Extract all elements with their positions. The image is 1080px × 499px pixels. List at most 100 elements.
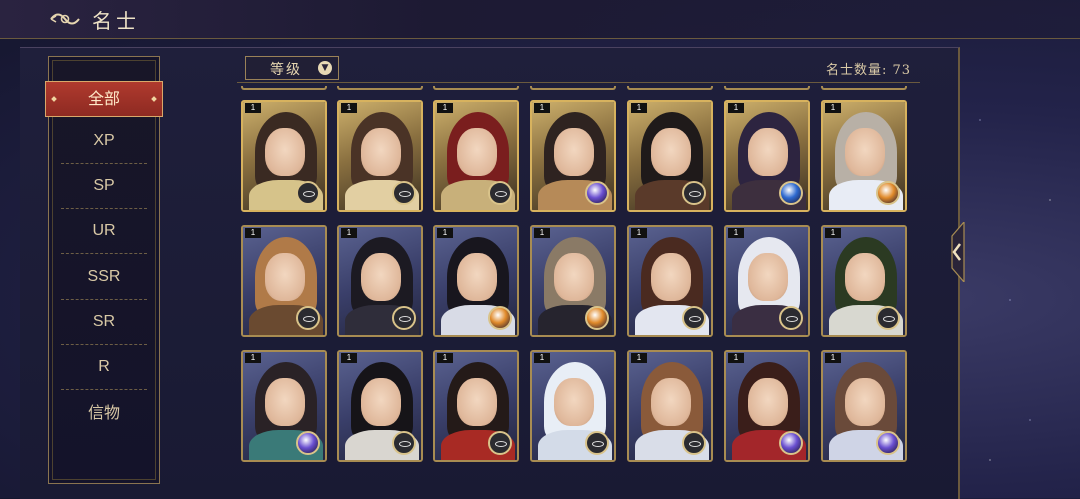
filter-xp-tab[interactable]: XP <box>61 119 147 164</box>
filter-r-tab[interactable]: R <box>61 345 147 390</box>
faction-crest-icon <box>488 431 512 455</box>
element-orb-icon <box>585 306 609 330</box>
level-tag: 1 <box>728 103 744 113</box>
level-tag: 1 <box>534 353 550 363</box>
level-tag: 1 <box>341 103 357 113</box>
filter-ssr-tab[interactable]: SSR <box>61 255 147 300</box>
element-orb-icon <box>779 431 803 455</box>
faction-crest-icon <box>392 431 416 455</box>
faction-crest-icon <box>392 181 416 205</box>
character-card[interactable]: 1 <box>821 350 907 462</box>
element-orb-icon <box>296 431 320 455</box>
character-card[interactable]: 1 <box>724 225 810 337</box>
portrait-face <box>554 378 594 426</box>
character-card[interactable]: 1 <box>821 225 907 337</box>
level-tag: 1 <box>341 353 357 363</box>
sort-dropdown[interactable]: 等级 ▼ <box>245 56 339 80</box>
character-card[interactable]: 1 <box>821 100 907 212</box>
card-edge <box>530 86 616 90</box>
character-card[interactable]: 1 <box>724 350 810 462</box>
card-edge <box>337 86 423 90</box>
card-edge <box>724 86 810 90</box>
element-orb-icon <box>488 306 512 330</box>
back-swirl-icon[interactable] <box>48 8 82 30</box>
faction-crest-icon <box>296 181 320 205</box>
character-grid: 1 1 1 1 1 1 1 1 1 1 1 1 1 1 1 1 1 1 1 1 1 <box>238 86 918 484</box>
level-tag: 1 <box>437 228 453 238</box>
portrait-face <box>845 253 885 301</box>
level-tag: 1 <box>631 228 647 238</box>
character-card[interactable]: 1 <box>530 100 616 212</box>
filter-ur-tab[interactable]: UR <box>61 209 147 254</box>
level-tag: 1 <box>245 353 261 363</box>
character-card[interactable]: 1 <box>241 225 327 337</box>
character-card[interactable]: 1 <box>627 100 713 212</box>
character-card[interactable]: 1 <box>724 100 810 212</box>
character-card[interactable]: 1 <box>433 225 519 337</box>
character-card[interactable]: 1 <box>433 100 519 212</box>
level-tag: 1 <box>245 228 261 238</box>
character-card[interactable]: 1 <box>241 100 327 212</box>
top-header: 名士 <box>0 0 1080 39</box>
portrait-face <box>457 378 497 426</box>
portrait-face <box>748 378 788 426</box>
ornament-dot <box>51 96 57 102</box>
faction-crest-icon <box>392 306 416 330</box>
chevron-down-icon: ▼ <box>318 61 332 75</box>
character-card[interactable]: 1 <box>627 350 713 462</box>
portrait-face <box>845 378 885 426</box>
portrait-face <box>651 378 691 426</box>
faction-crest-icon <box>682 431 706 455</box>
level-tag: 1 <box>825 353 841 363</box>
character-card[interactable]: 1 <box>530 350 616 462</box>
faction-crest-icon <box>488 181 512 205</box>
level-tag: 1 <box>437 103 453 113</box>
portrait-face <box>361 253 401 301</box>
element-orb-icon <box>876 431 900 455</box>
card-edge <box>433 86 519 90</box>
character-card[interactable]: 1 <box>337 350 423 462</box>
filter-token-tab[interactable]: 信物 <box>61 391 147 435</box>
character-card[interactable]: 1 <box>627 225 713 337</box>
character-card[interactable]: 1 <box>337 225 423 337</box>
portrait-face <box>457 253 497 301</box>
ornament-dot <box>151 96 157 102</box>
card-edge <box>627 86 713 90</box>
level-tag: 1 <box>437 353 453 363</box>
filter-all-label: 全部 <box>87 89 120 108</box>
sort-label: 等级 <box>270 62 302 78</box>
faction-crest-icon <box>876 306 900 330</box>
portrait-face <box>845 128 885 176</box>
filter-sp-tab[interactable]: SP <box>61 164 147 209</box>
portrait-face <box>457 128 497 176</box>
character-card[interactable]: 1 <box>241 350 327 462</box>
portrait-face <box>265 378 305 426</box>
filter-sr-tab[interactable]: SR <box>61 300 147 345</box>
divider <box>237 82 920 83</box>
element-orb-icon <box>779 181 803 205</box>
portrait-face <box>554 253 594 301</box>
portrait-face <box>651 253 691 301</box>
filter-all-tab[interactable]: 全部 <box>45 81 163 117</box>
portrait-face <box>748 253 788 301</box>
level-tag: 1 <box>245 103 261 113</box>
faction-crest-icon <box>682 306 706 330</box>
collapse-arrow-icon[interactable] <box>944 222 966 282</box>
portrait-face <box>265 128 305 176</box>
rarity-filter-sidebar: 全部 XP SP UR SSR SR R 信物 <box>45 56 163 484</box>
card-edge <box>241 86 327 90</box>
faction-crest-icon <box>585 431 609 455</box>
level-tag: 1 <box>534 103 550 113</box>
character-card[interactable]: 1 <box>337 100 423 212</box>
portrait-face <box>748 128 788 176</box>
character-card[interactable]: 1 <box>530 225 616 337</box>
faction-crest-icon <box>296 306 320 330</box>
level-tag: 1 <box>341 228 357 238</box>
portrait-face <box>651 128 691 176</box>
portrait-face <box>361 378 401 426</box>
level-tag: 1 <box>631 353 647 363</box>
character-card[interactable]: 1 <box>433 350 519 462</box>
element-orb-icon <box>876 181 900 205</box>
level-tag: 1 <box>631 103 647 113</box>
card-edge <box>821 86 907 90</box>
